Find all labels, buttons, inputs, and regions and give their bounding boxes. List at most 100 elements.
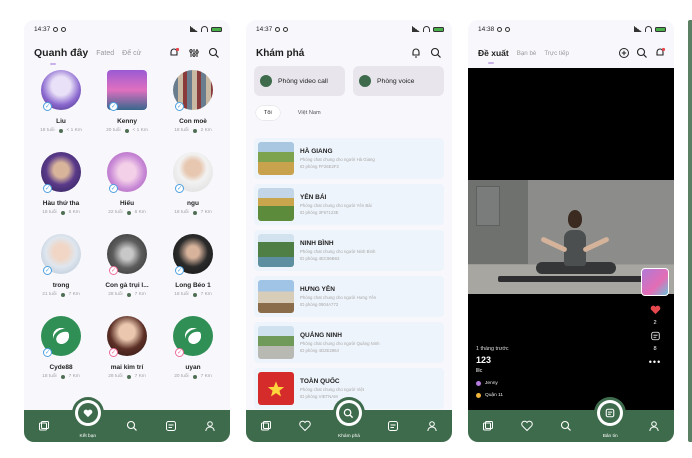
person-card[interactable]: ✓ Liu 18 tuổi < 1 Km — [28, 70, 94, 146]
filter-vietnam[interactable]: Việt Nam — [290, 106, 329, 120]
heart-icon — [83, 409, 93, 417]
comment-icon[interactable] — [650, 331, 661, 341]
tab-fated[interactable]: Fated — [96, 50, 114, 57]
search-icon[interactable] — [208, 47, 220, 59]
avatar: ✓ — [41, 234, 81, 275]
person-card[interactable]: ✓ Cyde88 18 tuổi 7 Km — [28, 316, 94, 392]
nav-friends[interactable] — [290, 410, 320, 442]
status-dot-icon — [505, 26, 511, 32]
battery-icon — [211, 26, 222, 32]
bell-alert-icon[interactable] — [654, 47, 666, 59]
nav-cards[interactable] — [29, 410, 59, 442]
avatar: ✓ — [173, 152, 213, 193]
verified-icon: ✓ — [43, 184, 52, 193]
room-item[interactable]: NINH BÌNH Phòng chat chung cho người Ninh… — [254, 230, 444, 271]
person-card[interactable]: ✓ uyan 20 tuổi 7 Km — [160, 316, 226, 392]
bell-icon[interactable] — [410, 47, 422, 59]
person-distance: 7 Km — [200, 374, 212, 379]
voice-room-button[interactable]: Phòng voice — [353, 66, 444, 96]
avatar: ✓ — [107, 316, 147, 357]
page-title[interactable]: Quanh đây — [34, 47, 88, 59]
nav-cards[interactable] — [251, 410, 281, 442]
feed-icon — [388, 421, 399, 431]
person-distance: < 1 Km — [132, 128, 148, 133]
nav-news[interactable]: Bản tin — [590, 400, 630, 442]
person-card[interactable]: ✓ Con moè 18 tuổi 2 Km — [160, 70, 226, 146]
tab-indicator — [488, 62, 494, 64]
post-author[interactable]: Jenny — [476, 381, 509, 386]
tab-friends[interactable]: Bạn bè — [517, 50, 537, 57]
nav-feed[interactable] — [156, 410, 186, 442]
room-item[interactable]: YÊN BÁI Phòng chat chung cho người Yên Bá… — [254, 184, 444, 225]
status-bar: 14:38 — [468, 20, 674, 38]
person-distance: 7 Km — [134, 374, 146, 379]
room-thumbnail — [258, 142, 294, 175]
nav-search[interactable] — [551, 410, 581, 442]
location-pin-icon — [192, 210, 197, 215]
location-pin-icon — [60, 374, 65, 379]
nav-friends[interactable]: Kết bạn — [68, 400, 108, 442]
person-card[interactable]: ✓ mai kim trí 28 tuổi 7 Km — [94, 316, 160, 392]
search-icon — [560, 420, 571, 431]
avatar: ✓ — [173, 316, 213, 357]
person-name: Hiếu — [119, 200, 135, 207]
tab-recommend[interactable]: Để cử — [122, 50, 141, 57]
person-name: ngu — [187, 200, 199, 207]
more-options-icon[interactable]: ••• — [649, 357, 661, 367]
search-icon[interactable] — [636, 47, 648, 59]
nav-profile[interactable] — [639, 410, 669, 442]
nav-cards[interactable] — [473, 410, 503, 442]
video-call-room-button[interactable]: Phòng video call — [254, 66, 345, 96]
profile-icon — [649, 421, 660, 432]
verified-icon: ✓ — [43, 102, 52, 111]
person-card[interactable]: ✓ ngu 18 tuổi 7 Km — [160, 152, 226, 228]
avatar: ✓ — [107, 152, 147, 193]
nav-explore[interactable]: Khám phá — [329, 400, 369, 442]
status-bar: 14:37 — [246, 20, 452, 38]
person-age: 21 tuổi — [42, 292, 57, 297]
person-age: 20 tuổi — [106, 128, 121, 133]
verified-icon: ✓ — [43, 266, 52, 275]
room-item[interactable]: HÀ GIANG Phòng chat chung cho người Hà Gi… — [254, 138, 444, 179]
nav-friends[interactable] — [512, 410, 542, 442]
bottom-nav: Bản tin — [468, 400, 674, 442]
person-card[interactable]: ✓ Hiếu 22 tuổi 6 Km — [94, 152, 160, 228]
status-bar: 14:37 — [24, 20, 230, 38]
avatar: ✓ — [41, 152, 81, 193]
tab-indicator — [50, 63, 56, 65]
person-card[interactable]: ✓ trong 21 tuổi 7 Km — [28, 234, 94, 310]
person-distance: 7 Km — [200, 210, 212, 215]
bell-alert-icon[interactable] — [168, 47, 180, 59]
search-icon — [344, 408, 354, 418]
nav-profile[interactable] — [195, 410, 225, 442]
top-bar: Quanh đây Fated Để cử — [34, 44, 220, 62]
nav-feed[interactable] — [378, 410, 408, 442]
search-icon — [126, 420, 137, 431]
person-card[interactable]: ✓ Long Béo 1 18 tuổi 7 Km — [160, 234, 226, 310]
nav-profile[interactable] — [417, 410, 447, 442]
add-post-icon[interactable] — [618, 47, 630, 59]
comment-count: 8 — [653, 346, 657, 352]
author-avatar[interactable] — [641, 268, 669, 296]
person-card[interactable]: ✓ Kenny 20 tuổi < 1 Km — [94, 70, 160, 146]
person-card[interactable]: ✓ Hàu thứ tha 18 tuổi 5 Km — [28, 152, 94, 228]
person-age: 28 tuổi — [108, 374, 123, 379]
people-grid: ✓ Liu 18 tuổi < 1 Km ✓ Kenny 20 tuổi < 1 K… — [28, 70, 226, 392]
person-distance: 7 Km — [68, 292, 80, 297]
filter-icon[interactable] — [188, 47, 200, 59]
like-heart-icon[interactable] — [650, 305, 661, 315]
nav-search[interactable] — [117, 410, 147, 442]
screenshot-stage: 14:37 Quanh đây Fated Để cử ✓ Liu 18 tuổ… — [0, 0, 692, 458]
search-icon[interactable] — [430, 47, 442, 59]
bottom-nav: Khám phá — [246, 400, 452, 442]
room-item[interactable]: QUẢNG NINH Phòng chat chung cho người Quả… — [254, 322, 444, 363]
video-actions: 2 8 ••• — [640, 268, 670, 367]
room-item[interactable]: HƯNG YÊN Phòng chat chung cho người Hưng … — [254, 276, 444, 317]
tab-live[interactable]: Trực tiếp — [544, 50, 569, 57]
person-card[interactable]: ✓ Con gà trụi l... 28 tuổi 7 Km — [94, 234, 160, 310]
filter-me[interactable]: Tôi — [256, 106, 280, 120]
voice-room-label: Phòng voice — [377, 77, 415, 85]
person-name: mai kim trí — [110, 364, 144, 371]
page-title[interactable]: Đề xuất — [478, 48, 509, 58]
next-screenshot-edge — [688, 20, 692, 442]
